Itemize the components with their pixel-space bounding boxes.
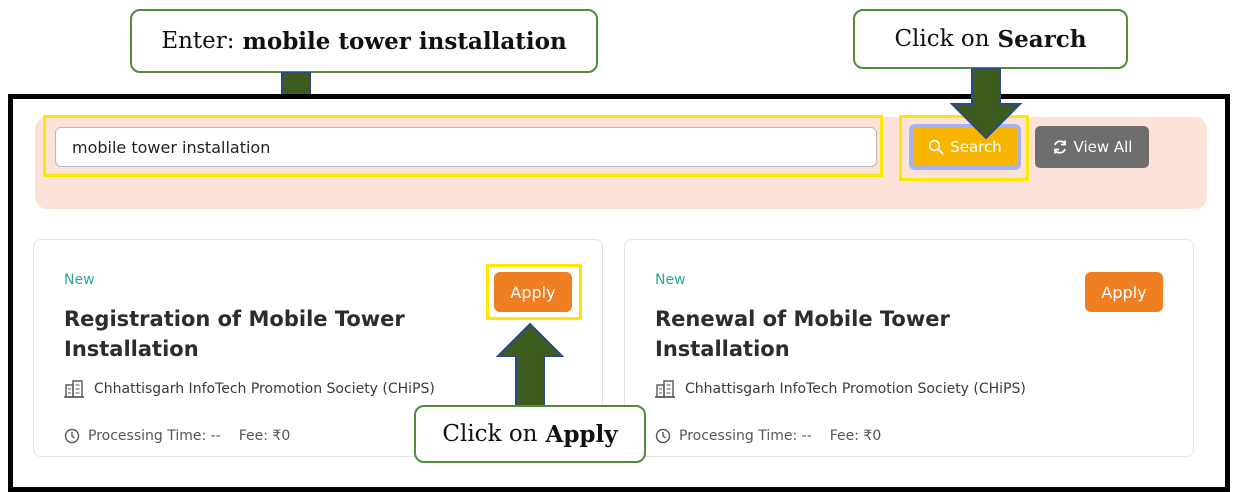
clock-icon — [64, 428, 80, 444]
view-all-button[interactable]: View All — [1035, 126, 1149, 168]
department-name: Chhattisgarh InfoTech Promotion Society … — [94, 381, 435, 397]
callout-search: Click on Search — [853, 9, 1128, 69]
search-button-label: Search — [950, 138, 1002, 156]
callout-apply-bold: Apply — [545, 420, 618, 448]
callout-enter: Enter: mobile tower installation — [130, 9, 598, 73]
processing-time: Processing Time: -- — [88, 428, 221, 444]
callout-enter-value: mobile tower installation — [242, 27, 567, 55]
arrow-down-to-search — [949, 68, 1023, 140]
service-card: New Renewal of Mobile Tower Installation… — [624, 239, 1194, 457]
callout-enter-prefix: Enter: — [161, 28, 235, 54]
service-title: Renewal of Mobile Tower Installation — [655, 307, 950, 361]
department-name: Chhattisgarh InfoTech Promotion Society … — [685, 381, 1026, 397]
service-title: Registration of Mobile Tower Installatio… — [64, 307, 405, 361]
callout-apply-prefix: Click on — [442, 421, 538, 447]
apply-button[interactable]: Apply — [494, 272, 572, 312]
new-badge: New — [64, 272, 95, 288]
meta-row: Processing Time: -- Fee: ₹0 — [64, 428, 290, 444]
building-icon — [655, 380, 675, 398]
view-all-label: View All — [1073, 138, 1133, 156]
callout-search-prefix: Click on — [894, 26, 990, 52]
processing-time: Processing Time: -- — [679, 428, 812, 444]
arrow-up-to-apply — [496, 322, 564, 412]
new-badge: New — [655, 272, 686, 288]
building-icon — [64, 380, 84, 398]
fee: Fee: ₹0 — [829, 428, 882, 444]
search-icon — [929, 139, 944, 155]
callout-apply: Click on Apply — [414, 405, 646, 463]
apply-button[interactable]: Apply — [1085, 272, 1163, 312]
refresh-icon — [1053, 140, 1066, 154]
clock-icon — [655, 428, 671, 444]
department-row: Chhattisgarh InfoTech Promotion Society … — [655, 380, 1026, 398]
callout-search-bold: Search — [997, 25, 1087, 53]
search-input[interactable] — [55, 127, 877, 167]
meta-row: Processing Time: -- Fee: ₹0 — [655, 428, 881, 444]
fee: Fee: ₹0 — [238, 428, 291, 444]
department-row: Chhattisgarh InfoTech Promotion Society … — [64, 380, 435, 398]
